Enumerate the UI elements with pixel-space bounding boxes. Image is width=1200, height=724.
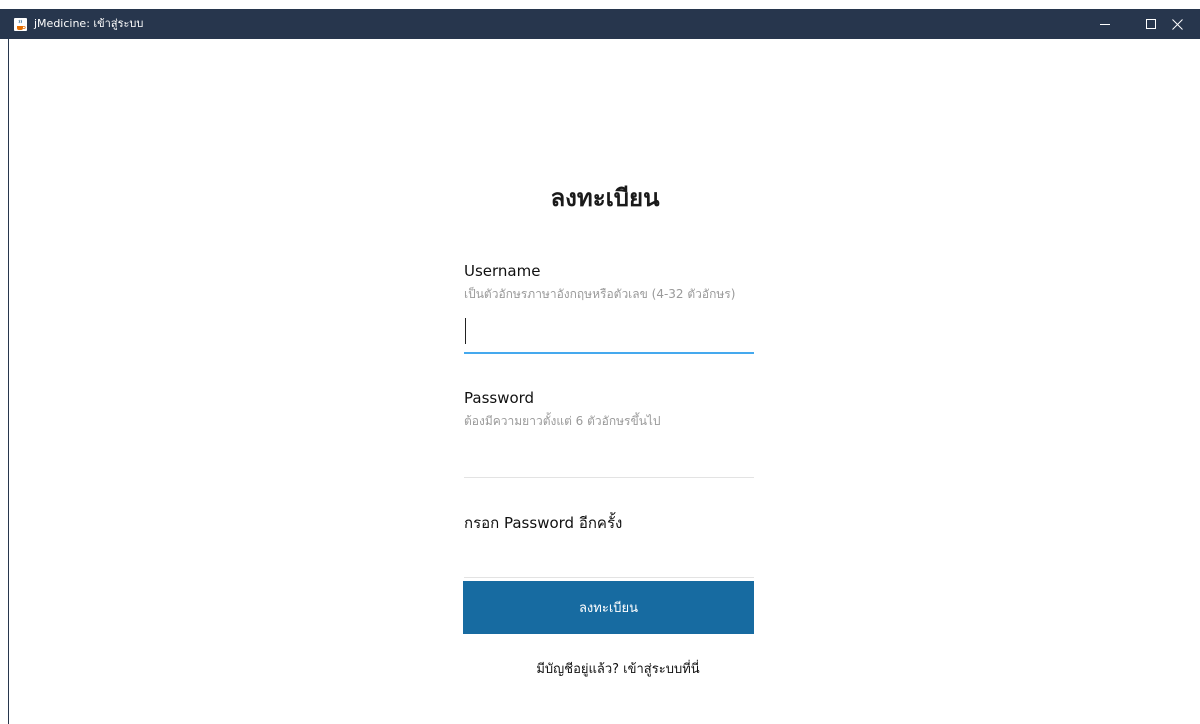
login-link[interactable]: มีบัญชีอยู่แล้ว? เข้าสู่ระบบที่นี่ (0, 660, 1200, 680)
window-left-border (8, 39, 9, 724)
close-icon (1171, 15, 1183, 34)
window-title: jMedicine: เข้าสู่ระบบ (34, 17, 144, 30)
username-underline (464, 352, 754, 354)
password-underline (464, 477, 754, 478)
confirm-password-field[interactable] (464, 538, 754, 578)
password-input[interactable] (464, 438, 754, 478)
username-field[interactable] (464, 314, 754, 354)
text-caret (465, 318, 466, 344)
top-strip (0, 0, 1200, 9)
confirm-password-input[interactable] (464, 538, 754, 578)
minimize-icon (1100, 23, 1110, 25)
java-coffee-icon (13, 17, 28, 32)
title-bar[interactable]: jMedicine: เข้าสู่ระบบ (0, 9, 1200, 39)
confirm-password-label: กรอก Password อีกครั้ง (464, 514, 623, 532)
app-window: jMedicine: เข้าสู่ระบบ ลงทะเบียน Usernam… (0, 0, 1200, 724)
username-hint: เป็นตัวอักษรภาษาอังกฤษหรือตัวเลข (4-32 ต… (464, 287, 736, 301)
password-label: Password (464, 389, 535, 407)
password-hint: ต้องมีความยาวตั้งแต่ 6 ตัวอักษรขึ้นไป (464, 414, 661, 428)
username-label: Username (464, 262, 541, 280)
password-field[interactable] (464, 438, 754, 478)
username-input[interactable] (464, 314, 754, 354)
register-button[interactable]: ลงทะเบียน (463, 581, 754, 634)
page-title: ลงทะเบียน (550, 184, 660, 212)
confirm-password-underline (464, 577, 754, 578)
close-button[interactable] (1154, 9, 1200, 39)
minimize-button[interactable] (1082, 9, 1128, 39)
